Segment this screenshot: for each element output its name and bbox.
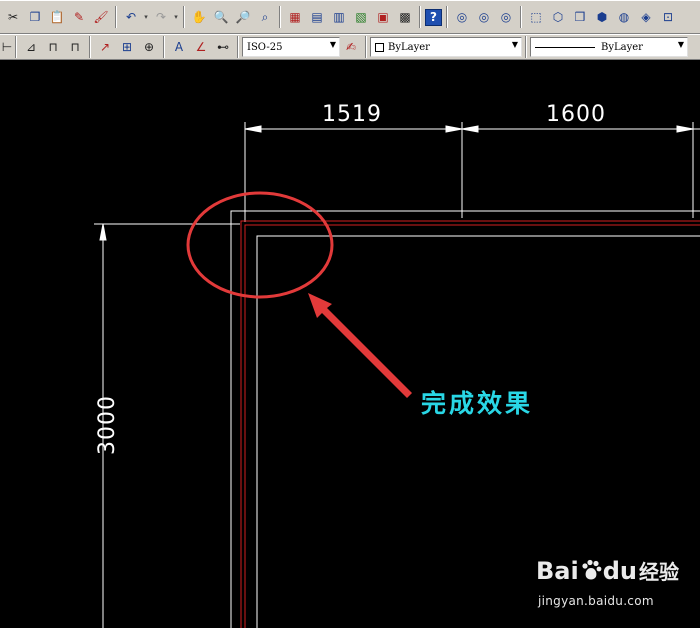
baidu-logo: Bai du 经验 xyxy=(536,556,679,585)
match-properties-icon[interactable]: ✎ xyxy=(69,7,89,27)
annotation-label: 完成效果 xyxy=(421,389,534,418)
layer-color-value: ByLayer xyxy=(388,41,430,53)
paint-brush-icon[interactable]: 🖌 xyxy=(91,7,111,27)
undo-icon[interactable]: ↶ xyxy=(121,7,141,27)
logo-prefix: Bai xyxy=(536,557,579,585)
chevron-down-icon: ▼ xyxy=(511,40,518,49)
leader-icon[interactable]: ↗ xyxy=(95,37,115,57)
help-icon[interactable]: ? xyxy=(425,8,442,26)
cube-icon[interactable]: ❒ xyxy=(570,7,590,27)
tool-palettes-icon[interactable]: ▥ xyxy=(329,7,349,27)
toolbar-separator xyxy=(365,36,367,58)
paste-icon[interactable]: 📋 xyxy=(47,7,67,27)
dim-edit-icon[interactable]: A xyxy=(169,37,189,57)
logo-suffix: du xyxy=(602,557,637,585)
calculator-icon[interactable]: ▩ xyxy=(395,7,415,27)
sheet-set-icon[interactable]: ▧ xyxy=(351,7,371,27)
dim-style-select[interactable]: ISO-25 ▼ xyxy=(242,37,340,57)
baseline-dim-icon[interactable]: ⊓ xyxy=(43,37,63,57)
dim-style-value: ISO-25 xyxy=(247,41,283,53)
properties-icon[interactable]: ▦ xyxy=(285,7,305,27)
toolbar-separator xyxy=(520,6,522,28)
center-mark-icon[interactable]: ⊕ xyxy=(139,37,159,57)
torus-icon[interactable]: ◈ xyxy=(636,7,656,27)
view-icon[interactable]: ⊡ xyxy=(658,7,678,27)
dimension-toolbar: ⊢ ⊿ ⊓ ⊓ ↗ ⊞ ⊕ A ∠ ⊷ ISO-25 ▼ ✍ ByLayer ▼… xyxy=(0,34,700,60)
logo-brand: 经验 xyxy=(638,560,679,584)
tolerance-icon[interactable]: ⊞ xyxy=(117,37,137,57)
wedge-icon[interactable]: ⬡ xyxy=(548,7,568,27)
linetype-preview xyxy=(535,46,595,48)
toolbar-separator xyxy=(183,6,185,28)
cylinder-icon[interactable]: ⬢ xyxy=(592,7,612,27)
continue-dim-icon[interactable]: ⊓ xyxy=(65,37,85,57)
layer-color-select[interactable]: ByLayer ▼ xyxy=(370,37,522,57)
chevron-down-icon: ▼ xyxy=(677,40,684,49)
toolbar-separator xyxy=(279,6,281,28)
dim-update-icon[interactable]: ⊷ xyxy=(213,37,233,57)
chevron-down-icon: ▼ xyxy=(329,40,336,49)
toolbar-separator xyxy=(15,36,17,58)
toolbar-separator xyxy=(237,36,239,58)
cut-icon[interactable]: ✂ xyxy=(3,7,23,27)
toolbar-separator xyxy=(525,36,527,58)
zoom-realtime-icon[interactable]: 🔍 xyxy=(211,7,231,27)
linetype-select[interactable]: ByLayer ▼ xyxy=(530,37,688,57)
pan-icon[interactable]: ✋ xyxy=(189,7,209,27)
redo-dropdown-icon[interactable]: ▾ xyxy=(172,13,180,21)
free-orbit-icon[interactable]: ◎ xyxy=(474,7,494,27)
color-swatch xyxy=(375,42,384,52)
linetype-value: ByLayer xyxy=(601,41,643,53)
dimension-text-1600: 1600 xyxy=(546,102,606,127)
sphere-icon[interactable]: ◍ xyxy=(614,7,634,27)
watermark-url: jingyan.baidu.com xyxy=(538,594,654,608)
standard-toolbar: ✂ ❐ 📋 ✎ 🖌 ↶ ▾ ↷ ▾ ✋ 🔍 🔎 ⌕ ▦ ▤ ▥ ▧ ▣ ▩ ? … xyxy=(0,0,700,34)
aligned-dim-icon[interactable]: ⊿ xyxy=(21,37,41,57)
orbit-icon[interactable]: ◎ xyxy=(452,7,472,27)
zoom-window-icon[interactable]: 🔎 xyxy=(233,7,253,27)
copy-icon[interactable]: ❐ xyxy=(25,7,45,27)
dimension-text-3000: 3000 xyxy=(95,395,120,455)
redo-icon[interactable]: ↷ xyxy=(151,7,171,27)
linear-dim-icon[interactable]: ⊢ xyxy=(2,37,12,57)
dim-style-manager-icon[interactable]: ✍ xyxy=(341,37,361,57)
markup-icon[interactable]: ▣ xyxy=(373,7,393,27)
box-icon[interactable]: ⬚ xyxy=(526,7,546,27)
toolbar-separator xyxy=(89,36,91,58)
dimension-text-1519: 1519 xyxy=(322,102,382,127)
undo-dropdown-icon[interactable]: ▾ xyxy=(142,13,150,21)
drawing-canvas[interactable] xyxy=(0,60,700,628)
toolbar-separator xyxy=(115,6,117,28)
baidu-watermark: Bai du 经验 jingyan.baidu.com xyxy=(536,556,679,616)
toolbar-separator xyxy=(163,36,165,58)
dim-text-edit-icon[interactable]: ∠ xyxy=(191,37,211,57)
design-center-icon[interactable]: ▤ xyxy=(307,7,327,27)
paw-icon xyxy=(582,559,602,580)
zoom-previous-icon[interactable]: ⌕ xyxy=(255,7,275,27)
continuous-orbit-icon[interactable]: ◎ xyxy=(496,7,516,27)
toolbar-separator xyxy=(446,6,448,28)
toolbar-separator xyxy=(419,6,421,28)
